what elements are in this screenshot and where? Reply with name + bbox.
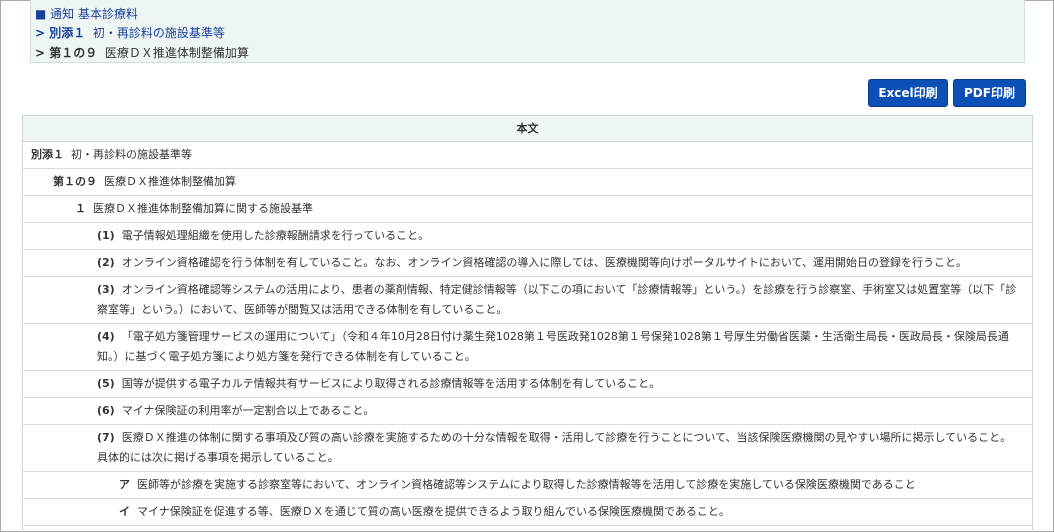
breadcrumb-label: 初・再診料の施設基準等 (92, 26, 225, 40)
table-row: １ 医療ＤＸ推進体制整備加算に関する施設基準 (23, 196, 1032, 223)
table-header: 本文 (23, 116, 1032, 142)
row-text: 医療ＤＸ推進体制整備加算 (104, 175, 236, 188)
table-row: (6) マイナ保険証の利用率が一定割合以上であること。 (23, 398, 1032, 425)
table-row: 別添１ 初・再診料の施設基準等 (23, 142, 1032, 169)
row-text: 「電子処方箋管理サービスの運用について」（令和４年10月28日付け薬生発1028… (97, 330, 1009, 363)
row-text: 初・再診料の施設基準等 (71, 148, 192, 161)
breadcrumb-prefix: > 別添１ (35, 26, 86, 40)
excel-print-button[interactable]: Excel印刷 (868, 79, 948, 107)
row-number: (3) (97, 283, 115, 296)
row-number: ア (119, 478, 130, 491)
row-number: (5) (97, 377, 115, 390)
row-number: イ (119, 505, 130, 518)
row-number: (4) (97, 330, 115, 343)
table-row: (4) 「電子処方箋管理サービスの運用について」（令和４年10月28日付け薬生発… (23, 324, 1032, 371)
breadcrumb-label: 通知 基本診療料 (50, 7, 138, 21)
table-row: (7) 医療ＤＸ推進の体制に関する事項及び質の高い診療を実施するための十分な情報… (23, 425, 1032, 472)
row-number: (2) (97, 256, 115, 269)
square-icon: ■ (35, 7, 47, 21)
row-number: １ (75, 202, 86, 215)
row-text: 医療ＤＸ推進体制整備加算に関する施設基準 (93, 202, 313, 215)
breadcrumb-prefix: > 第１の９ (35, 46, 98, 60)
breadcrumb-label: 医療ＤＸ推進体制整備加算 (104, 46, 249, 60)
breadcrumb: ■ 通知 基本診療料 > 別添１ 初・再診料の施設基準等 > 第１の９ 医療ＤＸ… (30, 0, 1025, 63)
table-row: 第１の９ 医療ＤＸ推進体制整備加算 (23, 169, 1032, 196)
row-text: オンライン資格確認を行う体制を有していること。なお、オンライン資格確認の導入に際… (121, 256, 967, 269)
row-text: オンライン資格確認等システムの活用により、患者の薬剤情報、特定健診情報等（以下こ… (97, 283, 1017, 316)
table-row: ア 医師等が診療を実施する診察室等において、オンライン資格確認等システムにより取… (23, 472, 1032, 499)
row-text: マイナ保険証の利用率が一定割合以上であること。 (121, 404, 375, 417)
breadcrumb-item-notice[interactable]: ■ 通知 基本診療料 (35, 5, 138, 22)
row-number: 別添１ (31, 148, 64, 161)
content-table: 本文 別添１ 初・再診料の施設基準等 第１の９ 医療ＤＸ推進体制整備加算 １ 医… (22, 115, 1033, 532)
row-text: 電子情報処理組織を使用した診療報酬請求を行っていること。 (121, 229, 430, 242)
pdf-print-button[interactable]: PDF印刷 (953, 79, 1026, 107)
row-number: (6) (97, 404, 115, 417)
table-row: イ マイナ保険証を促進する等、医療ＤＸを通じて質の高い医療を提供できるよう取り組… (23, 499, 1032, 526)
row-number: 第１の９ (53, 175, 97, 188)
table-row: (1) 電子情報処理組織を使用した診療報酬請求を行っていること。 (23, 223, 1032, 250)
row-text: 医師等が診療を実施する診察室等において、オンライン資格確認等システムにより取得し… (137, 478, 916, 491)
row-text: 医療ＤＸ推進の体制に関する事項及び質の高い診療を実施するための十分な情報を取得・… (97, 431, 1012, 464)
row-text: マイナ保険証を促進する等、医療ＤＸを通じて質の高い医療を提供できるよう取り組んで… (137, 505, 730, 518)
row-text: 国等が提供する電子カルテ情報共有サービスにより取得される診療情報等を活用する体制… (121, 377, 661, 390)
breadcrumb-item-appendix[interactable]: > 別添１ 初・再診料の施設基準等 (35, 24, 225, 41)
row-number: (7) (97, 431, 115, 444)
table-row: (5) 国等が提供する電子カルテ情報共有サービスにより取得される診療情報等を活用… (23, 371, 1032, 398)
breadcrumb-item-current: > 第１の９ 医療ＤＸ推進体制整備加算 (35, 44, 249, 61)
row-number: (1) (97, 229, 115, 242)
table-row: (2) オンライン資格確認を行う体制を有していること。なお、オンライン資格確認の… (23, 250, 1032, 277)
table-row: (3) オンライン資格確認等システムの活用により、患者の薬剤情報、特定健診情報等… (23, 277, 1032, 324)
